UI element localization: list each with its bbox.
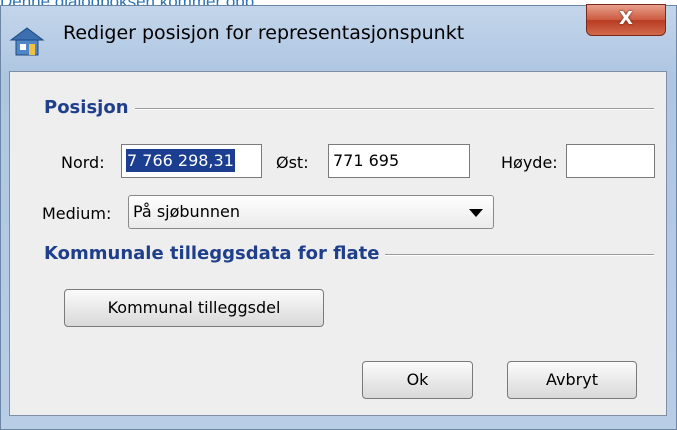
nord-field[interactable]: 7 766 298,31 [121, 144, 262, 178]
nord-label: Nord: [61, 153, 105, 172]
dialog-client-area: Posisjon Nord: 7 766 298,31 Øst: 771 695… [9, 71, 667, 416]
chevron-down-icon [469, 209, 483, 217]
ost-field[interactable]: 771 695 [328, 144, 470, 178]
municipal-section-title: Kommunale tilleggsdata for flate [44, 243, 386, 264]
hoyde-field[interactable] [566, 144, 655, 178]
nord-value: 7 766 298,31 [126, 149, 235, 172]
position-section-line [44, 108, 654, 110]
position-section-title: Posisjon [44, 97, 135, 118]
medium-selected-value: På sjøbunnen [133, 202, 240, 221]
close-icon: X [619, 8, 633, 29]
window-title: Rediger posisjon for representasjonspunk… [63, 22, 465, 44]
medium-label: Medium: [42, 204, 112, 223]
cancel-button[interactable]: Avbryt [507, 361, 637, 399]
medium-select[interactable]: På sjøbunnen [128, 195, 494, 229]
close-button[interactable]: X [586, 4, 666, 36]
hoyde-label: Høyde: [501, 153, 558, 172]
dialog-window: Rediger posisjon for representasjonspunk… [0, 4, 677, 430]
ok-button[interactable]: Ok [362, 361, 473, 399]
house-icon [9, 27, 45, 56]
ost-label: Øst: [276, 153, 309, 172]
municipal-addendum-button[interactable]: Kommunal tilleggsdel [64, 289, 324, 327]
title-bar[interactable]: Rediger posisjon for representasjonspunk… [1, 4, 676, 61]
